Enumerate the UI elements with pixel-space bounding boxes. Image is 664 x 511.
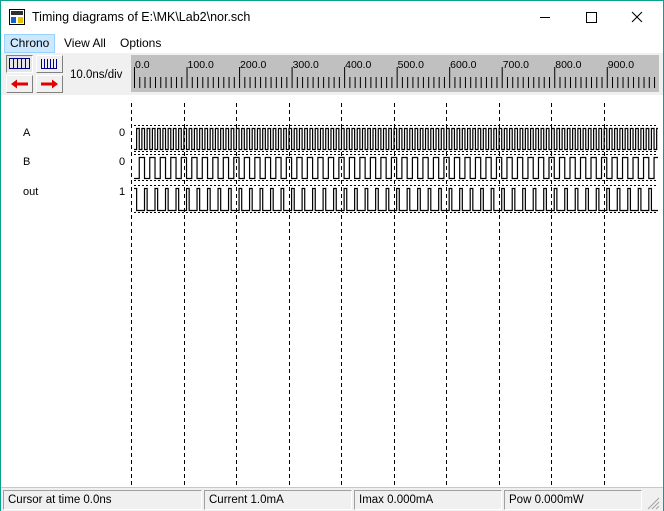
scroll-left-button[interactable] <box>6 75 33 93</box>
wide-grid-icon <box>9 58 30 69</box>
window-title: Timing diagrams of E:\MK\Lab2\nor.sch <box>32 10 251 24</box>
arrow-left-icon <box>11 79 28 89</box>
status-power: Pow 0.000mW <box>504 490 642 510</box>
toolbar: 10.0ns/div 0.0 100.0 200.0 300.0 400.0 500.0 6… <box>1 53 663 95</box>
status-current: Current 1.0mA <box>204 490 352 510</box>
minimize-button[interactable] <box>522 1 568 34</box>
waveform-b <box>134 156 658 180</box>
menu-bar: Chrono View All Options <box>1 34 663 53</box>
title-bar[interactable]: Timing diagrams of E:\MK\Lab2\nor.sch <box>1 1 663 34</box>
status-imax: Imax 0.000mA <box>354 490 502 510</box>
close-button[interactable] <box>614 1 660 34</box>
maximize-icon <box>586 12 597 23</box>
menu-view-all[interactable]: View All <box>59 34 111 53</box>
scroll-right-button[interactable] <box>36 75 63 93</box>
ruler-ticks <box>134 67 656 88</box>
menu-chrono[interactable]: Chrono <box>4 34 56 53</box>
zoom-narrow-button[interactable] <box>36 55 63 73</box>
arrow-right-icon <box>41 79 58 89</box>
status-bar: Cursor at time 0.0ns Current 1.0mA Imax … <box>1 487 663 511</box>
zoom-wide-button[interactable] <box>6 55 33 73</box>
timing-waveforms <box>131 103 658 485</box>
resize-grip-icon[interactable] <box>646 496 660 510</box>
time-scale-label: 10.0ns/div <box>70 69 123 81</box>
status-cursor-time: Cursor at time 0.0ns <box>3 490 202 510</box>
waveform-out <box>134 187 658 212</box>
waveform-a <box>134 127 658 151</box>
menu-options[interactable]: Options <box>115 34 166 53</box>
narrow-grid-icon <box>41 59 57 69</box>
maximize-button[interactable] <box>568 1 614 34</box>
app-window: Timing diagrams of E:\MK\Lab2\nor.sch Ch… <box>0 0 664 511</box>
time-ruler[interactable]: 0.0 100.0 200.0 300.0 400.0 500.0 600.0 700.0 80… <box>131 55 659 92</box>
waveform-area[interactable]: A 0 B 0 out 1 <box>1 95 663 487</box>
app-logo-icon <box>9 9 25 25</box>
minimize-icon <box>540 17 550 18</box>
close-icon <box>631 11 643 23</box>
